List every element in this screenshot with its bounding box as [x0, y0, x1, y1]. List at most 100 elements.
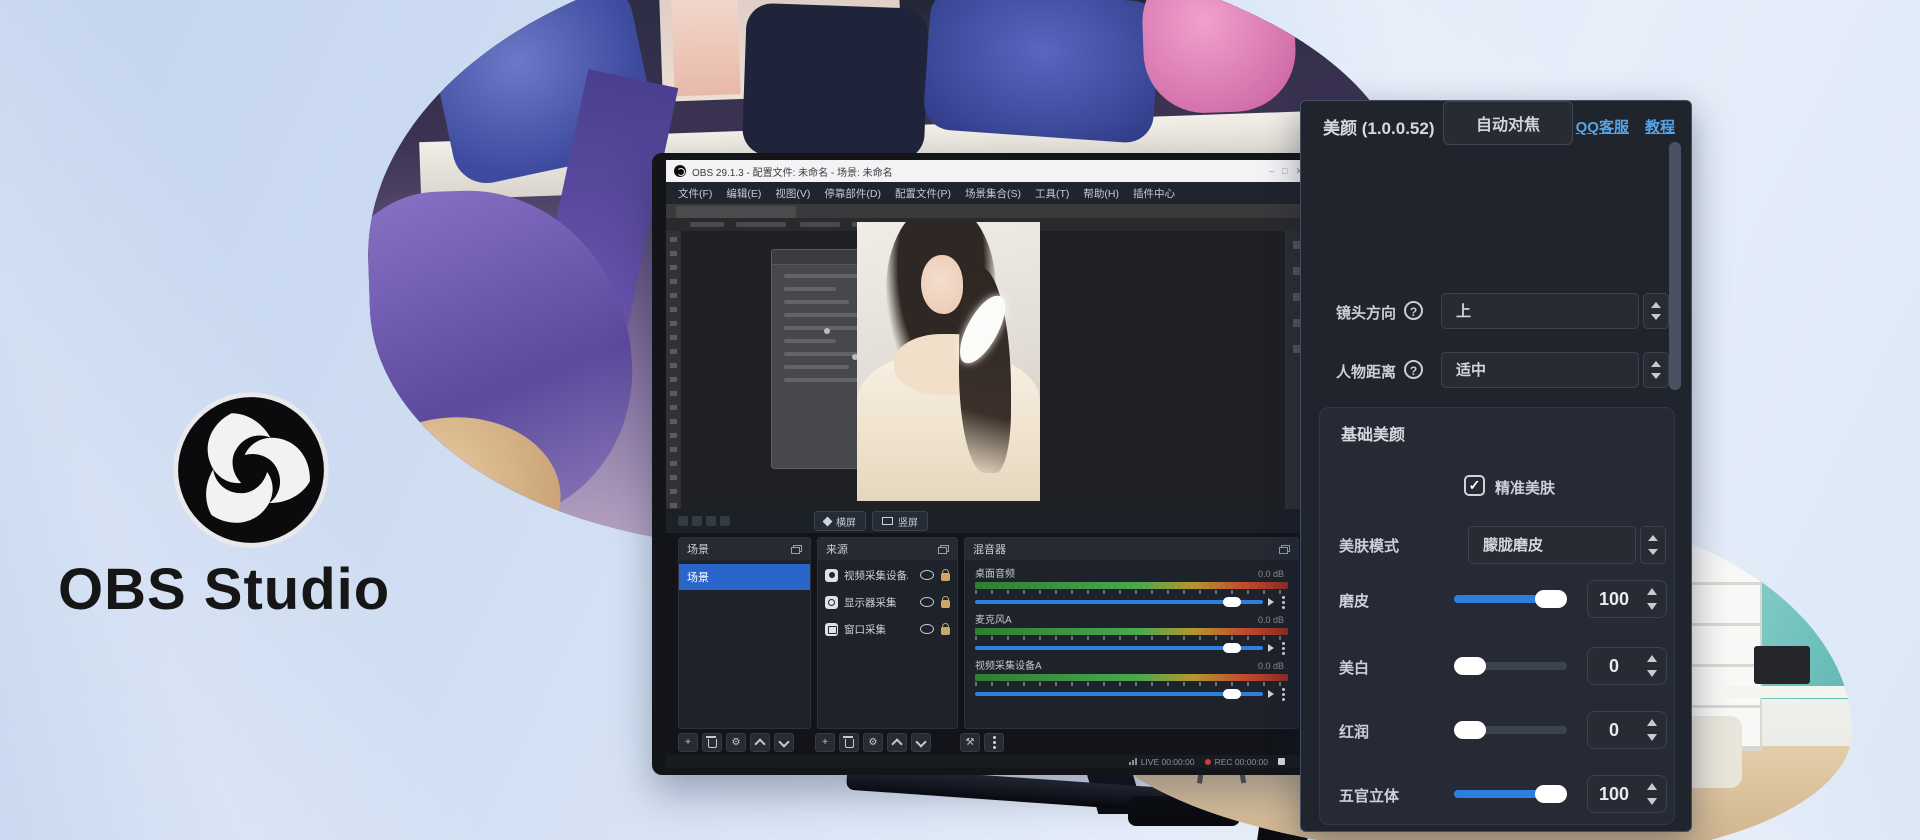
help-question-icon[interactable]: ? — [1404, 360, 1423, 379]
menu-item[interactable]: 帮助(H) — [1077, 184, 1125, 203]
add-scene-button[interactable]: + — [678, 733, 698, 752]
volume-slider[interactable] — [975, 692, 1263, 696]
toolbar-icon[interactable] — [692, 516, 702, 526]
stepper-up-icon[interactable] — [1647, 719, 1657, 726]
visibility-eye-icon[interactable] — [920, 570, 934, 580]
channel-menu-icon[interactable] — [1282, 693, 1285, 696]
menu-item[interactable]: 场景集合(S) — [959, 184, 1027, 203]
slider-value: 100 — [1588, 581, 1640, 617]
dock-stack-icon[interactable] — [791, 545, 802, 554]
beauty-slider-row: 美白 0 — [1301, 646, 1691, 686]
scene-item[interactable]: 场景 — [679, 564, 810, 590]
desk-artwork — [1724, 686, 1852, 698]
stepper-down-icon[interactable] — [1647, 670, 1657, 677]
slider-label: 磨皮 — [1339, 590, 1369, 611]
source-type-icon — [825, 596, 838, 609]
slider-handle[interactable] — [1535, 590, 1567, 608]
add-source-button[interactable]: + — [815, 733, 835, 752]
menu-item[interactable]: 插件中心 — [1127, 184, 1181, 203]
skin-mode-spinner[interactable] — [1640, 526, 1666, 564]
volume-slider[interactable] — [975, 646, 1263, 650]
mixer-settings-button[interactable]: ⚒ — [960, 733, 980, 752]
slider-track[interactable] — [1454, 662, 1567, 670]
volume-slider[interactable] — [975, 600, 1263, 604]
stepper-up-icon[interactable] — [1647, 783, 1657, 790]
slider-track[interactable] — [1454, 790, 1567, 798]
scene-down-button[interactable] — [774, 733, 794, 752]
lock-icon[interactable] — [941, 600, 950, 608]
maximize-icon[interactable]: □ — [1282, 166, 1287, 177]
menu-item[interactable]: 视图(V) — [769, 184, 816, 203]
toolbar-icon[interactable] — [720, 516, 730, 526]
combo-spinner[interactable] — [1643, 293, 1669, 329]
source-item[interactable]: 视频采集设备A — [818, 563, 957, 587]
beauty-action-button[interactable]: 自动对焦 — [1443, 101, 1573, 145]
speaker-icon[interactable] — [1268, 598, 1274, 606]
channel-menu-icon[interactable] — [1282, 601, 1285, 604]
skin-mode-select[interactable]: 朦胧磨皮 — [1468, 526, 1636, 564]
stepper-down-icon[interactable] — [1647, 603, 1657, 610]
source-label: 视频采集设备A — [844, 568, 908, 583]
panel-scrollbar[interactable] — [1669, 142, 1681, 390]
speaker-icon[interactable] — [1268, 644, 1274, 652]
combo-label: 人物距离 — [1336, 361, 1396, 382]
slider-track[interactable] — [1454, 726, 1567, 734]
source-properties-button[interactable]: ⚙ — [863, 733, 883, 752]
menu-item[interactable]: 编辑(E) — [720, 184, 767, 203]
slider-handle[interactable] — [1454, 657, 1486, 675]
dock-stack-icon[interactable] — [1279, 545, 1290, 554]
menu-item[interactable]: 文件(F) — [672, 184, 718, 203]
stepper-up-icon[interactable] — [1647, 588, 1657, 595]
combo-select[interactable]: 上 — [1441, 293, 1639, 329]
scene-up-button[interactable] — [750, 733, 770, 752]
source-item[interactable]: 窗口采集 — [818, 617, 957, 641]
toolbar-icon[interactable] — [706, 516, 716, 526]
precise-skin-label: 精准美肤 — [1495, 477, 1555, 498]
toolbar-icon[interactable] — [678, 516, 688, 526]
visibility-eye-icon[interactable] — [920, 597, 934, 607]
lock-icon[interactable] — [941, 627, 950, 635]
remove-scene-button[interactable] — [702, 733, 722, 752]
source-up-button[interactable] — [887, 733, 907, 752]
remove-source-button[interactable] — [839, 733, 859, 752]
volume-slider-handle[interactable] — [1223, 643, 1241, 653]
help-question-icon[interactable]: ? — [1404, 301, 1423, 320]
dock-stack-icon[interactable] — [938, 545, 949, 554]
menu-item[interactable]: 配置文件(P) — [889, 184, 957, 203]
scene-filters-button[interactable]: ⚙ — [726, 733, 746, 752]
visibility-eye-icon[interactable] — [920, 624, 934, 634]
obs-window: OBS 29.1.3 - 配置文件: 未命名 - 场景: 未命名 – □ ✕ 文… — [666, 160, 1311, 768]
stepper-down-icon[interactable] — [1647, 734, 1657, 741]
stepper-up-icon[interactable] — [1647, 655, 1657, 662]
volume-slider-handle[interactable] — [1223, 689, 1241, 699]
speaker-icon[interactable] — [1268, 690, 1274, 698]
menu-item[interactable]: 工具(T) — [1029, 184, 1075, 203]
help-link[interactable]: QQ客服 — [1576, 116, 1629, 137]
record-status: REC 00:00:00 — [1205, 757, 1268, 767]
obs-window-title: OBS 29.1.3 - 配置文件: 未命名 - 场景: 未命名 — [692, 164, 893, 179]
mixer-channel: 视频采集设备A 0.0 dB — [965, 652, 1298, 698]
lock-icon[interactable] — [941, 573, 950, 581]
mixer-menu-button[interactable] — [984, 733, 1004, 752]
obs-menubar: 文件(F)编辑(E)视图(V)停靠部件(D)配置文件(P)场景集合(S)工具(T… — [666, 182, 1311, 204]
slider-handle[interactable] — [1535, 785, 1567, 803]
source-down-button[interactable] — [911, 733, 931, 752]
stepper-down-icon[interactable] — [1647, 798, 1657, 805]
view-tab[interactable]: 横屏 — [814, 511, 866, 531]
volume-slider-handle[interactable] — [1223, 597, 1241, 607]
combo-spinner[interactable] — [1643, 352, 1669, 388]
source-item[interactable]: 显示器采集 — [818, 590, 957, 614]
view-tab[interactable]: 竖屏 — [872, 511, 928, 531]
combo-select[interactable]: 适中 — [1441, 352, 1639, 388]
minimize-icon[interactable]: – — [1269, 166, 1274, 177]
artwork-layer — [670, 0, 741, 96]
help-link[interactable]: 教程 — [1645, 116, 1675, 137]
menu-item[interactable]: 停靠部件(D) — [818, 184, 887, 203]
slider-handle[interactable] — [1454, 721, 1486, 739]
volume-row — [975, 690, 1288, 698]
beauty-slider-row: 磨皮 100 — [1301, 579, 1691, 619]
precise-skin-checkbox[interactable]: ✓ — [1464, 475, 1485, 496]
scenes-dock: 场景 场景 — [678, 537, 811, 729]
channel-menu-icon[interactable] — [1282, 647, 1285, 650]
slider-track[interactable] — [1454, 595, 1567, 603]
